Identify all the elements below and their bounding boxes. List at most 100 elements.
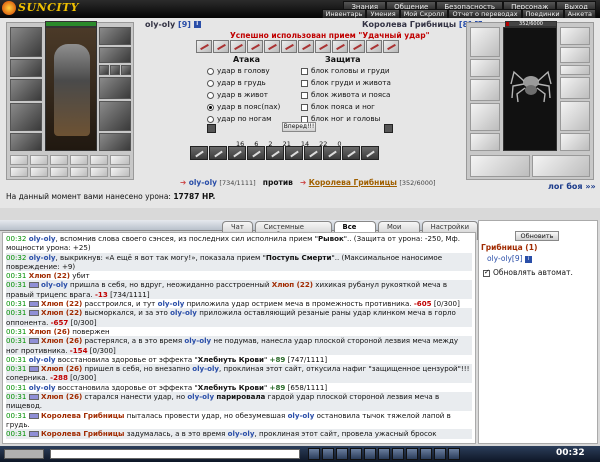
chat-time[interactable]: 00:31 bbox=[6, 308, 26, 317]
earring-slot[interactable] bbox=[99, 27, 131, 45]
versus-player[interactable]: oly-oly bbox=[189, 178, 217, 187]
chat-mode-selector[interactable] bbox=[4, 449, 44, 459]
chat-time[interactable]: 00:31 bbox=[6, 392, 26, 401]
enemy-gloves-slot[interactable] bbox=[560, 77, 590, 99]
chat-time[interactable]: 00:31 bbox=[6, 383, 26, 392]
boots-slot[interactable] bbox=[99, 133, 131, 151]
forward-button[interactable]: Вперед!!! bbox=[282, 122, 316, 132]
pocket-slot-11[interactable] bbox=[90, 167, 108, 177]
chat-nick[interactable]: oly-oly bbox=[187, 392, 214, 401]
chat-nick[interactable]: oly-oly bbox=[228, 429, 255, 438]
chat-time[interactable]: 00:31 bbox=[6, 280, 26, 289]
translit-icon[interactable] bbox=[364, 448, 376, 460]
hit-trick-icon[interactable] bbox=[209, 146, 227, 160]
enemy-amulet-slot[interactable] bbox=[560, 47, 590, 63]
enemy-name[interactable]: Королева Грибницы bbox=[362, 20, 456, 29]
ring-slot-3[interactable] bbox=[121, 65, 131, 75]
chat-time[interactable]: 00:31 bbox=[6, 327, 26, 336]
trick-sword-icon[interactable] bbox=[281, 40, 297, 53]
player-name-label[interactable]: oly-oly [9] i bbox=[145, 20, 201, 29]
enemy-pocket-left[interactable] bbox=[470, 155, 530, 177]
trick-sword-icon[interactable] bbox=[196, 40, 212, 53]
chat-nick[interactable]: Хлюп (26) bbox=[41, 364, 82, 373]
sound-icon[interactable] bbox=[378, 448, 390, 460]
pocket-slot-9[interactable] bbox=[50, 167, 68, 177]
enemy-boots-slot[interactable] bbox=[560, 133, 590, 151]
belt-slot[interactable] bbox=[10, 133, 42, 151]
trick-sword-icon[interactable] bbox=[349, 40, 365, 53]
defense-option-chest-belly[interactable]: блок груди и живота bbox=[301, 78, 391, 87]
checkbox-icon[interactable] bbox=[301, 91, 308, 99]
trick-sword-icon[interactable] bbox=[383, 40, 399, 53]
attack-option-waist[interactable]: удар в пояс(пах) bbox=[207, 102, 280, 111]
auto-refresh-toggle[interactable]: Обновлять автомат. bbox=[483, 268, 573, 277]
chat-nick[interactable]: oly-oly bbox=[184, 336, 211, 345]
stop-icon[interactable] bbox=[406, 448, 418, 460]
pocket-slot-4[interactable] bbox=[70, 155, 88, 165]
chat-nick[interactable]: oly-oly bbox=[29, 253, 56, 262]
enemy-belt-slot[interactable] bbox=[470, 133, 500, 151]
trick-sword-icon[interactable] bbox=[230, 40, 246, 53]
radio-selected-icon[interactable] bbox=[207, 103, 214, 111]
color-icon[interactable] bbox=[392, 448, 404, 460]
chat-nick[interactable]: Хлюп (22) bbox=[41, 299, 82, 308]
location-user[interactable]: oly-oly[9] i bbox=[487, 254, 532, 263]
chat-nick[interactable]: Королева Грибницы bbox=[41, 429, 124, 438]
radio-icon[interactable] bbox=[207, 67, 214, 75]
versus-enemy[interactable]: Королева Грибницы bbox=[309, 178, 397, 187]
trick-sword-icon[interactable] bbox=[315, 40, 331, 53]
chat-nick[interactable]: oly-oly bbox=[158, 299, 185, 308]
hit-trick-icon[interactable] bbox=[361, 146, 379, 160]
trick-sword-icon[interactable] bbox=[213, 40, 229, 53]
chat-nick[interactable]: Хлюп (26) bbox=[41, 336, 82, 345]
attack-option-chest[interactable]: удар в грудь bbox=[207, 78, 266, 87]
checkbox-checked-icon[interactable] bbox=[483, 268, 490, 277]
hit-trick-icon[interactable] bbox=[190, 146, 208, 160]
friends-icon[interactable] bbox=[448, 448, 460, 460]
checkbox-icon[interactable] bbox=[301, 79, 308, 87]
pocket-slot-7[interactable] bbox=[10, 167, 28, 177]
radio-icon[interactable] bbox=[207, 79, 214, 87]
chat-nick[interactable]: oly-oly bbox=[170, 308, 197, 317]
enemy-name-label[interactable]: Королева Грибницы [8] i bbox=[362, 20, 482, 29]
fight-log-link[interactable]: лог боя »» bbox=[548, 182, 596, 191]
hit-trick-icon[interactable] bbox=[228, 146, 246, 160]
chat-input[interactable] bbox=[50, 449, 300, 459]
pocket-slot-1[interactable] bbox=[10, 155, 28, 165]
log-icon[interactable] bbox=[420, 448, 432, 460]
chat-nick[interactable]: oly-oly bbox=[41, 280, 68, 289]
filter-icon[interactable] bbox=[336, 448, 348, 460]
amulet-slot[interactable] bbox=[99, 47, 131, 63]
trick-sword-icon[interactable] bbox=[332, 40, 348, 53]
info-icon[interactable]: i bbox=[193, 21, 201, 28]
hit-trick-icon[interactable] bbox=[304, 146, 322, 160]
chat-nick[interactable]: oly-oly bbox=[29, 355, 56, 364]
ring-slot-2[interactable] bbox=[110, 65, 120, 75]
checkbox-icon[interactable] bbox=[301, 103, 308, 111]
defense-option-head-chest[interactable]: блок головы и груди bbox=[301, 66, 390, 75]
chat-nick[interactable]: oly-oly bbox=[29, 383, 56, 392]
player-name[interactable]: oly-oly bbox=[145, 20, 175, 29]
enemy-shield-icon[interactable] bbox=[384, 124, 393, 133]
defense-option-belly-waist[interactable]: блок живота и пояса bbox=[301, 90, 390, 99]
enemy-rings-slot[interactable] bbox=[560, 65, 590, 75]
chat-time[interactable]: 00:32 bbox=[6, 253, 26, 262]
attack-option-head[interactable]: удар в голову bbox=[207, 66, 270, 75]
enemy-pocket-right[interactable] bbox=[532, 155, 590, 177]
hit-trick-icon[interactable] bbox=[285, 146, 303, 160]
chat-nick[interactable]: oly-oly bbox=[192, 364, 219, 373]
trick-sword-icon[interactable] bbox=[247, 40, 263, 53]
enemy-weapon-slot[interactable] bbox=[470, 79, 500, 101]
chat-nick[interactable]: Хлюп (26) bbox=[41, 392, 82, 401]
hit-trick-icon[interactable] bbox=[266, 146, 284, 160]
chat-time[interactable]: 00:31 bbox=[6, 271, 26, 280]
chat-nick[interactable]: Хлюп (22) bbox=[41, 308, 82, 317]
enemy-armor-slot[interactable] bbox=[470, 103, 500, 131]
enemy-bracer-slot[interactable] bbox=[470, 59, 500, 77]
hit-trick-icon[interactable] bbox=[342, 146, 360, 160]
chat-time[interactable]: 00:31 bbox=[6, 429, 26, 438]
chat-nick[interactable]: Королева Грибницы bbox=[41, 411, 124, 420]
clear-icon[interactable] bbox=[322, 448, 334, 460]
pocket-slot-3[interactable] bbox=[50, 155, 68, 165]
chat-nick[interactable]: Хлюп (26) bbox=[29, 327, 70, 336]
